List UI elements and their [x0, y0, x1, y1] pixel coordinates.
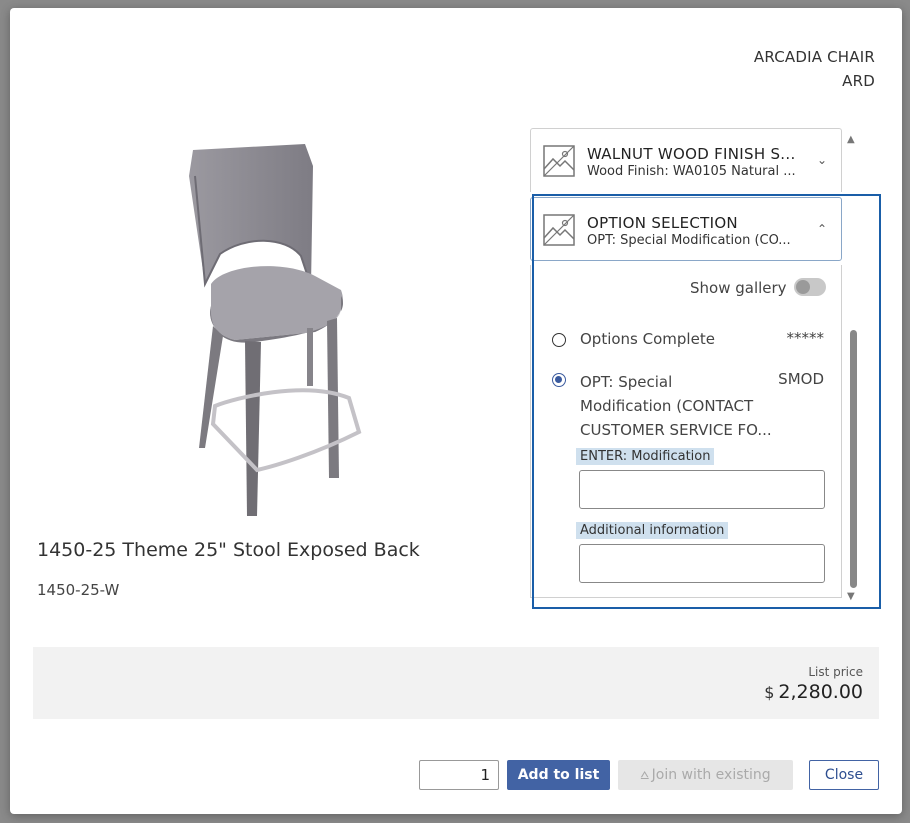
product-sku: 1450-25-W	[37, 581, 120, 599]
configuration-panel: WALNUT WOOD FINISH S... Wood Finish: WA0…	[530, 128, 860, 603]
accordion-title: WALNUT WOOD FINISH S...	[587, 145, 796, 163]
show-gallery-toggle[interactable]	[794, 278, 826, 296]
modification-field-label: ENTER: Modification	[576, 448, 715, 465]
option-label-line: Modification (CONTACT	[580, 397, 754, 415]
scroll-down-icon[interactable]: ▼	[847, 591, 855, 602]
modification-input[interactable]	[579, 470, 825, 509]
add-to-list-button[interactable]: Add to list	[507, 760, 610, 790]
option-label: Options Complete	[580, 330, 715, 348]
product-name: 1450-25 Theme 25" Stool Exposed Back	[37, 539, 420, 561]
chevron-down-icon[interactable]: ⌄	[817, 153, 827, 167]
close-button[interactable]: Close	[809, 760, 879, 790]
option-code: SMOD	[778, 370, 824, 388]
price-bar: List price $2,280.00	[33, 647, 879, 719]
join-label: Join with existing	[651, 767, 771, 783]
additional-info-label: Additional information	[576, 522, 729, 539]
option-label-line: OPT: Special	[580, 373, 673, 391]
toggle-knob	[796, 280, 810, 294]
chevron-up-icon[interactable]: ⌃	[817, 222, 827, 236]
accordion-subtitle: OPT: Special Modification (CO...	[587, 233, 791, 248]
option-label: OPT: Special Modification (CONTACT CUSTO…	[580, 370, 772, 442]
quantity-input[interactable]: 1	[419, 760, 499, 790]
image-placeholder-icon	[543, 214, 575, 246]
scrollbar-thumb[interactable]	[850, 330, 857, 588]
image-placeholder-icon	[543, 145, 575, 177]
brand-name: ARCADIA CHAIR	[753, 48, 875, 66]
radio-special-modification[interactable]	[552, 373, 566, 387]
list-price-value: $2,280.00	[764, 681, 863, 703]
list-price-label: List price	[808, 665, 863, 679]
radio-options-complete[interactable]	[552, 333, 566, 347]
currency-symbol: $	[764, 683, 775, 702]
option-label-line: CUSTOMER SERVICE FO...	[580, 421, 772, 439]
option-code: *****	[786, 329, 825, 347]
price-amount: 2,280.00	[778, 681, 863, 703]
merge-icon: ⩟	[640, 767, 652, 783]
additional-info-input[interactable]	[579, 544, 825, 583]
brand-code: ARD	[842, 72, 875, 90]
accordion-option-selection[interactable]: OPTION SELECTION OPT: Special Modificati…	[530, 197, 842, 261]
product-details-modal: ARCADIA CHAIR ARD 1450-25 Theme 25" Stoo…	[10, 8, 902, 814]
product-image	[189, 144, 362, 516]
join-with-existing-button[interactable]: ⩟ Join with existing	[618, 760, 793, 790]
scroll-up-icon[interactable]: ▲	[847, 134, 855, 145]
accordion-title: OPTION SELECTION	[587, 214, 738, 232]
show-gallery-label: Show gallery	[690, 279, 787, 297]
accordion-subtitle: Wood Finish: WA0105 Natural ...	[587, 164, 796, 179]
brand-heading: ARCADIA CHAIR ARD	[754, 45, 875, 93]
accordion-wood-finish[interactable]: WALNUT WOOD FINISH S... Wood Finish: WA0…	[530, 128, 842, 192]
